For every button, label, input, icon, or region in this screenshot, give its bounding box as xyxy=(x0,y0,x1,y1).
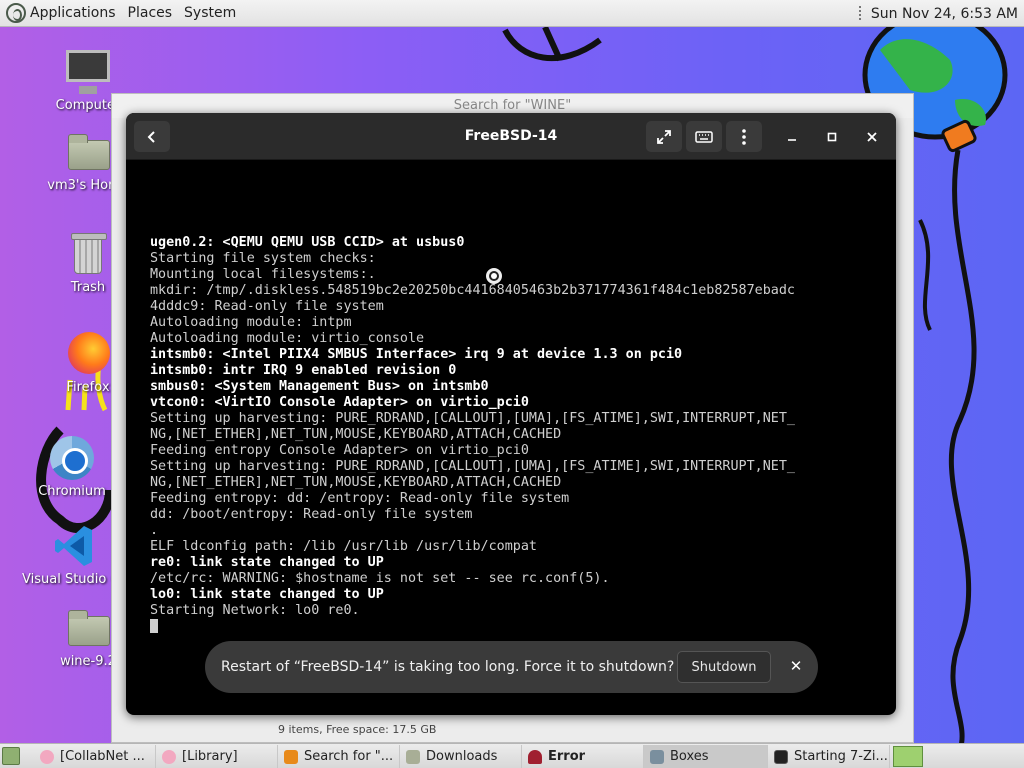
desktop-icon-label: Visual Studio Code xyxy=(22,572,122,587)
console-line: Autoloading module: virtio_console xyxy=(150,331,425,346)
keyboard-icon xyxy=(695,130,713,143)
console-line: Starting Network: lo0 re0. xyxy=(150,603,360,618)
minimize-icon xyxy=(788,139,796,141)
notification-close-icon[interactable]: ✕ xyxy=(785,655,807,677)
console-line: vtcon0: <VirtIO Console Adapter> on virt… xyxy=(150,395,529,410)
console-line: lo0: link state changed to UP xyxy=(150,587,384,602)
boxes-icon xyxy=(650,749,664,764)
clock[interactable]: Sun Nov 24, 6:53 AM xyxy=(858,0,1018,27)
console-line: re0: link state changed to UP xyxy=(150,555,384,570)
console-line: ELF ldconfig path: /lib /usr/lib /usr/li… xyxy=(150,539,537,554)
console-line: Setting up harvesting: PURE_RDRAND,[CALL… xyxy=(150,459,795,474)
task-label: Boxes xyxy=(670,749,709,764)
search-folder-icon xyxy=(284,749,298,764)
kebab-menu-icon xyxy=(742,128,746,145)
shutdown-button[interactable]: Shutdown xyxy=(677,651,771,683)
task-label: Downloads xyxy=(426,749,498,764)
console-line: Mounting local filesystems:. xyxy=(150,267,376,282)
console-line: ugen0.2: <QEMU QEMU USB CCID> at usbus0 xyxy=(150,235,465,250)
console-line: intsmb0: <Intel PIIX4 SMBUS Interface> i… xyxy=(150,347,683,362)
applications-menu-label: Applications xyxy=(30,5,116,21)
task-label: [CollabNet ... xyxy=(60,749,145,764)
browser-icon xyxy=(162,749,176,764)
task-7zip[interactable]: Starting 7-Zi... xyxy=(768,745,890,768)
task-boxes[interactable]: Boxes xyxy=(644,745,768,768)
console-line: NG,[NET_ETHER],NET_TUN,MOUSE,KEYBOARD,AT… xyxy=(150,427,562,442)
vm-console[interactable]: ugen0.2: <QEMU QEMU USB CCID> at usbus0 S… xyxy=(150,235,795,636)
fullscreen-icon xyxy=(657,129,671,144)
top-panel: Applications Places System Sun Nov 24, 6… xyxy=(0,0,1024,27)
console-line: Feeding entropy: dd: /entropy: Read-only… xyxy=(150,491,570,506)
console-line: NG,[NET_ETHER],NET_TUN,MOUSE,KEYBOARD,AT… xyxy=(150,475,562,490)
maximize-button[interactable] xyxy=(820,125,844,149)
task-library[interactable]: [Library] xyxy=(156,745,278,768)
close-button[interactable] xyxy=(860,125,884,149)
trash-icon xyxy=(71,233,107,274)
clock-label: Sun Nov 24, 6:53 AM xyxy=(870,5,1018,22)
console-line: dd: /boot/entropy: Read-only file system xyxy=(150,507,473,522)
console-line: Feeding entropy Console Adapter> on virt… xyxy=(150,443,529,458)
menu-button[interactable] xyxy=(726,121,762,152)
notification-message: Restart of “FreeBSD-14” is taking too lo… xyxy=(221,659,675,675)
restart-notification: Restart of “FreeBSD-14” is taking too lo… xyxy=(205,641,818,693)
boxes-headerbar: FreeBSD-14 xyxy=(126,113,896,160)
folder-icon xyxy=(406,749,420,764)
close-icon xyxy=(867,132,877,142)
task-search[interactable]: Search for "... xyxy=(278,745,400,768)
loading-spinner-icon xyxy=(486,268,502,284)
panel-separator xyxy=(858,5,861,22)
show-desktop-icon[interactable] xyxy=(2,747,20,765)
console-line: smbus0: <System Management Bus> on intsm… xyxy=(150,379,489,394)
console-line: 4dddc9: Read-only file system xyxy=(150,299,384,314)
vscode-icon xyxy=(55,526,92,566)
task-collabnet[interactable]: [CollabNet ... xyxy=(34,745,156,768)
home-folder-icon xyxy=(68,134,110,170)
minimize-button[interactable] xyxy=(780,125,804,149)
keyboard-button[interactable] xyxy=(686,121,722,152)
console-line: intsmb0: intr IRQ 9 enabled revision 0 xyxy=(150,363,457,378)
chromium-icon xyxy=(50,436,94,480)
7zip-icon xyxy=(774,749,788,764)
computer-icon xyxy=(66,50,110,94)
firefox-icon xyxy=(68,332,110,374)
maximize-icon xyxy=(827,132,837,142)
system-menu[interactable]: System xyxy=(178,0,242,27)
taskbar: [CollabNet ... [Library] Search for "...… xyxy=(0,743,1024,768)
console-line: . xyxy=(150,523,159,538)
gnome-foot-icon xyxy=(6,3,26,23)
task-error[interactable]: Error xyxy=(522,745,644,768)
back-arrow-icon xyxy=(147,130,155,143)
task-label: Error xyxy=(548,749,586,764)
desktop-icon-label: Chromium xyxy=(38,484,106,499)
console-line: Setting up harvesting: PURE_RDRAND,[CALL… xyxy=(150,411,795,426)
console-line: mkdir: /tmp/.diskless.548519bc2e20250bc4… xyxy=(150,283,795,298)
workspace-switcher[interactable] xyxy=(893,746,923,767)
boxes-window[interactable]: FreeBSD-14 ugen0.2: <QEMU QEMU USB CCID>… xyxy=(126,113,896,715)
desktop-icon-chromium[interactable]: Chromium xyxy=(22,434,122,499)
console-line: Autoloading module: intpm xyxy=(150,315,352,330)
task-label: Starting 7-Zi... xyxy=(794,749,888,764)
console-line: Starting file system checks: xyxy=(150,251,376,266)
task-label: Search for "... xyxy=(304,749,394,764)
wine-icon xyxy=(528,749,542,764)
folder-icon xyxy=(68,610,110,646)
places-menu[interactable]: Places xyxy=(122,0,179,27)
console-line: /etc/rc: WARNING: $hostname is not set -… xyxy=(150,571,610,586)
task-label: [Library] xyxy=(182,749,238,764)
task-downloads[interactable]: Downloads xyxy=(400,745,522,768)
browser-icon xyxy=(40,749,54,764)
desktop-icon-vscode[interactable]: Visual Studio Code xyxy=(22,522,122,587)
fullscreen-button[interactable] xyxy=(646,121,682,152)
console-cursor xyxy=(150,619,795,636)
file-manager-status: 9 items, Free space: 17.5 GB xyxy=(278,723,437,736)
applications-menu[interactable]: Applications xyxy=(0,0,122,27)
back-button[interactable] xyxy=(134,121,170,152)
